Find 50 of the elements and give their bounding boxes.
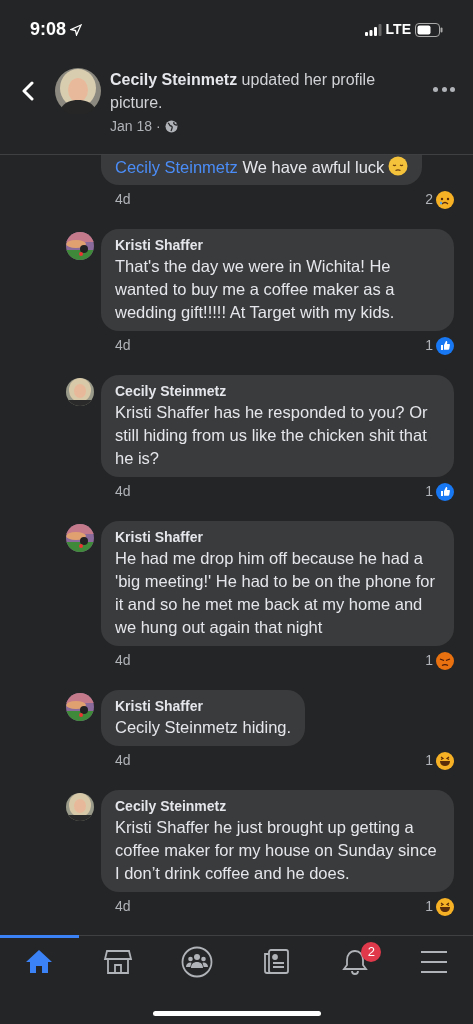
reaction-count: 1 — [425, 897, 433, 916]
notification-badge: 2 — [361, 942, 382, 962]
battery-icon — [415, 22, 443, 37]
post-title: Cecily Steinmetz updated her profile picture. — [110, 70, 377, 113]
comment-text: Cecily Steinmetz hiding. — [115, 718, 292, 736]
comment-text: That's the day we were in Wichita! He wanted to buy me a coffee maker as a wedding gift!!!!! At Target with my kids. — [115, 257, 395, 321]
comment-time: 4d — [115, 651, 131, 670]
avatar[interactable] — [66, 793, 94, 821]
comment-time: 4d — [115, 482, 131, 501]
angry-reaction-icon — [436, 651, 454, 670]
reaction-count: 1 — [425, 651, 433, 670]
haha-reaction-icon — [436, 897, 454, 916]
like-reaction-icon — [436, 336, 454, 355]
avatar[interactable] — [66, 524, 94, 552]
reaction-count: 1 — [425, 751, 433, 770]
comment-author[interactable]: Cecily Steinmetz — [115, 381, 440, 401]
comment-time: 4d — [115, 897, 131, 916]
location-arrow-icon — [70, 23, 83, 36]
groups-icon — [181, 945, 214, 978]
avatar[interactable] — [66, 378, 94, 406]
globe-icon — [164, 120, 178, 133]
reaction-count: 2 — [425, 190, 433, 209]
comment-author[interactable]: Cecily Steinmetz — [115, 796, 440, 816]
clock-time: 9:08 — [30, 18, 67, 41]
like-reaction-icon — [436, 482, 454, 501]
mention-link[interactable]: Cecily Steinmetz — [115, 158, 238, 176]
comment-text: Kristi Shaffer has he responded to you? Or still hiding from us like the chicken shit that he is? — [115, 403, 428, 467]
comment-time: 4d — [115, 190, 131, 209]
comment-text: He had me drop him off because he had a 'big meeting!' He had to be on the phone for it and so he met me back at my home and we hung out again that night — [115, 549, 436, 636]
comment-text: We have awful luck — [242, 158, 385, 176]
menu-icon — [419, 949, 448, 974]
avatar[interactable] — [66, 232, 94, 260]
comment-time: 4d — [115, 336, 131, 355]
notifications-tab[interactable]: 2 — [315, 935, 395, 985]
comment-time: 4d — [115, 751, 131, 770]
comment-author[interactable]: Kristi Shaffer — [115, 527, 440, 547]
comment-author[interactable]: Kristi Shaffer — [115, 696, 292, 716]
comment-text: Kristi Shaffer he just brought up getting a coffee maker for my house on Sunday since I don’t drink coffee and he does. — [115, 818, 437, 882]
network-label: LTE — [385, 20, 411, 39]
signal-icon — [364, 23, 382, 36]
comment-author[interactable]: Kristi Shaffer — [115, 235, 440, 255]
post-date: Jan 18 · — [110, 117, 161, 136]
avatar[interactable] — [66, 693, 94, 721]
reaction-count: 1 — [425, 336, 433, 355]
pensive-emoji-icon — [388, 156, 409, 176]
more-options-button[interactable] — [433, 85, 455, 93]
haha-reaction-icon — [436, 751, 454, 770]
profile-avatar[interactable] — [55, 68, 101, 114]
reaction-count: 1 — [425, 482, 433, 501]
sad-reaction-icon — [436, 190, 454, 209]
